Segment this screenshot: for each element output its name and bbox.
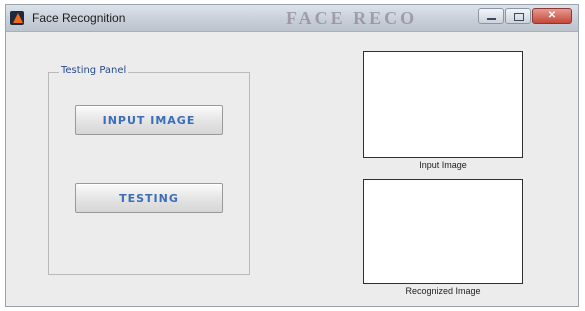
maximize-icon[interactable] — [505, 8, 531, 24]
recognized-image-label: Recognized Image — [405, 286, 481, 296]
close-icon[interactable] — [532, 8, 572, 24]
title-bar[interactable]: Face Recognition FACE RECO — [6, 5, 578, 32]
input-image-axes — [363, 51, 523, 158]
input-image-button[interactable]: INPUT IMAGE — [75, 105, 223, 135]
testing-panel: Testing Panel INPUT IMAGE TESTING — [48, 65, 250, 275]
testing-panel-title: Testing Panel — [59, 65, 129, 76]
window-title: Face Recognition — [32, 11, 126, 25]
face-recognition-window: Face Recognition FACE RECO Testing Panel… — [5, 4, 579, 307]
window-controls — [478, 8, 572, 24]
minimize-icon[interactable] — [478, 8, 504, 24]
recognized-image-axes — [363, 179, 523, 284]
testing-button[interactable]: TESTING — [75, 183, 223, 213]
input-image-label: Input Image — [419, 160, 467, 170]
title-watermark: FACE RECO — [286, 8, 418, 28]
matlab-icon — [10, 11, 24, 25]
